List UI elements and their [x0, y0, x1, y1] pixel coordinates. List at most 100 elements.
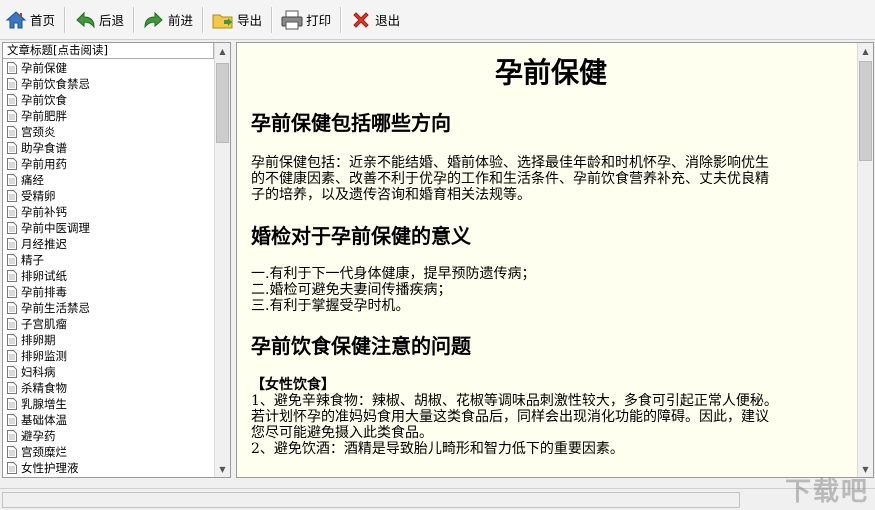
- document-icon: [7, 398, 17, 410]
- scroll-down-icon[interactable]: ▼: [215, 461, 230, 477]
- paragraph-line: 二.婚检可避免夫妻间传播疾病；: [251, 282, 452, 298]
- list-item-label: 受精卵: [21, 189, 56, 203]
- paragraph-line: 三.有利于掌握受孕时机。: [251, 298, 410, 314]
- list-item-label: 妇科病: [21, 365, 56, 379]
- list-item[interactable]: 孕前中医调理: [3, 220, 215, 236]
- list-item[interactable]: 排卵监测: [3, 348, 215, 364]
- list-item-label: 孕前保健: [21, 61, 67, 75]
- list-item-label: 孕前饮食: [21, 93, 67, 107]
- list-item[interactable]: 孕前饮食禁忌: [3, 76, 215, 92]
- document-icon: [7, 158, 17, 170]
- list-item-label: 孕前生活禁忌: [21, 301, 90, 315]
- list-item[interactable]: 杀精食物: [3, 380, 215, 396]
- home-label: 首页: [30, 13, 56, 28]
- printer-icon: [281, 10, 303, 29]
- list-item-label: 痛经: [21, 173, 44, 187]
- list-item[interactable]: 避孕药: [3, 428, 215, 444]
- back-button[interactable]: 后退: [69, 4, 130, 36]
- toolbar-separator: [340, 6, 343, 33]
- print-label: 打印: [306, 13, 332, 28]
- list-item[interactable]: 孕前用药: [3, 156, 215, 172]
- list-item[interactable]: 孕前补钙: [3, 204, 215, 220]
- paragraph-line: 2、避免饮酒：酒精是导致胎儿畸形和智力低下的重要因素。: [251, 441, 624, 457]
- paragraph-line: 的不健康因素、改善不利于优孕的工作和生活条件、孕前饮食营养补充、丈夫优良精: [251, 171, 769, 187]
- list-item-label: 杀精食物: [21, 381, 67, 395]
- list-item[interactable]: 精子: [3, 252, 215, 268]
- document-icon: [7, 350, 17, 362]
- list-item-label: 子宫肌瘤: [21, 317, 67, 331]
- toolbar-separator: [271, 6, 274, 33]
- home-button[interactable]: 首页: [0, 4, 61, 36]
- scroll-up-icon[interactable]: ▲: [215, 43, 230, 59]
- list-item[interactable]: 宫颈炎: [3, 124, 215, 140]
- list-item-label: 基础体温: [21, 413, 67, 427]
- list-item[interactable]: 女性护理液: [3, 460, 215, 476]
- list-item-label: 宫颈糜烂: [21, 445, 67, 459]
- toolbar-separator: [64, 6, 67, 33]
- scrollbar-thumb[interactable]: [859, 61, 872, 161]
- paragraph-line: 您尽可能避免摄入此类食品。: [251, 425, 433, 441]
- list-item[interactable]: 孕前保健: [3, 60, 215, 76]
- list-item-label: 孕前饮食禁忌: [21, 77, 90, 91]
- article-list: 孕前保健 孕前饮食禁忌 孕前饮食 孕前肥胖 宫颈炎 助孕食谱 孕前用药 痛经 受精卵 孕前补钙 孕前…: [3, 60, 215, 476]
- scroll-up-icon[interactable]: ▲: [858, 43, 873, 59]
- toolbar-separator: [202, 6, 205, 33]
- document-icon: [7, 174, 17, 186]
- list-item-label: 乳腺增生: [21, 397, 67, 411]
- list-item[interactable]: 月经推迟: [3, 236, 215, 252]
- document-icon: [7, 78, 17, 90]
- list-item[interactable]: 痛经: [3, 172, 215, 188]
- list-item-label: 孕前排毒: [21, 285, 67, 299]
- article-content-panel: 孕前保健 孕前保健包括哪些方向 孕前保健包括：近亲不能结婚、婚前体验、选择最佳年…: [236, 42, 874, 478]
- folder-export-icon: [212, 14, 233, 28]
- document-icon: [7, 318, 17, 330]
- document-icon: [7, 334, 17, 346]
- document-icon: [7, 382, 17, 394]
- list-item-label: 排卵期: [21, 333, 56, 347]
- article-body: 孕前保健 孕前保健包括哪些方向 孕前保健包括：近亲不能结婚、婚前体验、选择最佳年…: [251, 43, 851, 457]
- export-button[interactable]: 导出: [207, 4, 268, 36]
- forward-arrow-icon: [144, 11, 163, 29]
- list-item[interactable]: 排卵试纸: [3, 268, 215, 284]
- list-item-label: 宫颈炎: [21, 125, 56, 139]
- document-icon: [7, 238, 17, 250]
- content-scrollbar[interactable]: ▲ ▼: [857, 43, 873, 477]
- section-paragraph: 【女性饮食】 1、避免辛辣食物：辣椒、胡椒、花椒等调味品刺激性较大，多食可引起正…: [251, 377, 851, 457]
- document-icon: [7, 430, 17, 442]
- document-icon: [7, 94, 17, 106]
- document-icon: [7, 462, 17, 474]
- list-item[interactable]: 宫颈糜烂: [3, 444, 215, 460]
- list-item[interactable]: 排卵期: [3, 332, 215, 348]
- toolbar-separator: [133, 6, 136, 33]
- list-item-label: 排卵试纸: [21, 269, 67, 283]
- list-column-header[interactable]: 文章标题[点击阅读]: [3, 43, 214, 59]
- exit-label: 退出: [375, 13, 401, 28]
- list-item[interactable]: 受精卵: [3, 188, 215, 204]
- list-item-label: 孕前用药: [21, 157, 67, 171]
- list-item[interactable]: 基础体温: [3, 412, 215, 428]
- exit-button[interactable]: 退出: [345, 4, 406, 36]
- list-item[interactable]: 助孕食谱: [3, 140, 215, 156]
- document-icon: [7, 222, 17, 234]
- document-icon: [7, 270, 17, 282]
- paragraph-line: 1、避免辛辣食物：辣椒、胡椒、花椒等调味品刺激性较大，多食可引起正常人便秘。: [251, 393, 778, 409]
- forward-button[interactable]: 前进: [138, 4, 199, 36]
- section-heading: 孕前保健包括哪些方向: [251, 111, 451, 135]
- list-item-label: 女性护理液: [21, 461, 79, 475]
- list-item[interactable]: 孕前饮食: [3, 92, 215, 108]
- list-item[interactable]: 乳腺增生: [3, 396, 215, 412]
- sidebar-scrollbar[interactable]: ▲ ▼: [214, 43, 230, 477]
- document-icon: [7, 190, 17, 202]
- back-arrow-icon: [76, 11, 95, 29]
- document-icon: [7, 366, 17, 378]
- back-label: 后退: [99, 13, 125, 28]
- scrollbar-thumb[interactable]: [216, 63, 229, 143]
- list-item[interactable]: 孕前排毒: [3, 284, 215, 300]
- paragraph-line: 孕前保健包括：近亲不能结婚、婚前体验、选择最佳年龄和时机怀孕、消除影响优生: [251, 155, 769, 171]
- list-item[interactable]: 孕前生活禁忌: [3, 300, 215, 316]
- section-paragraph: 一.有利于下一代身体健康，提早预防遗传病； 二.婚检可避免夫妻间传播疾病； 三.…: [251, 266, 851, 314]
- list-item[interactable]: 子宫肌瘤: [3, 316, 215, 332]
- list-item[interactable]: 孕前肥胖: [3, 108, 215, 124]
- print-button[interactable]: 打印: [276, 4, 337, 36]
- list-item[interactable]: 妇科病: [3, 364, 215, 380]
